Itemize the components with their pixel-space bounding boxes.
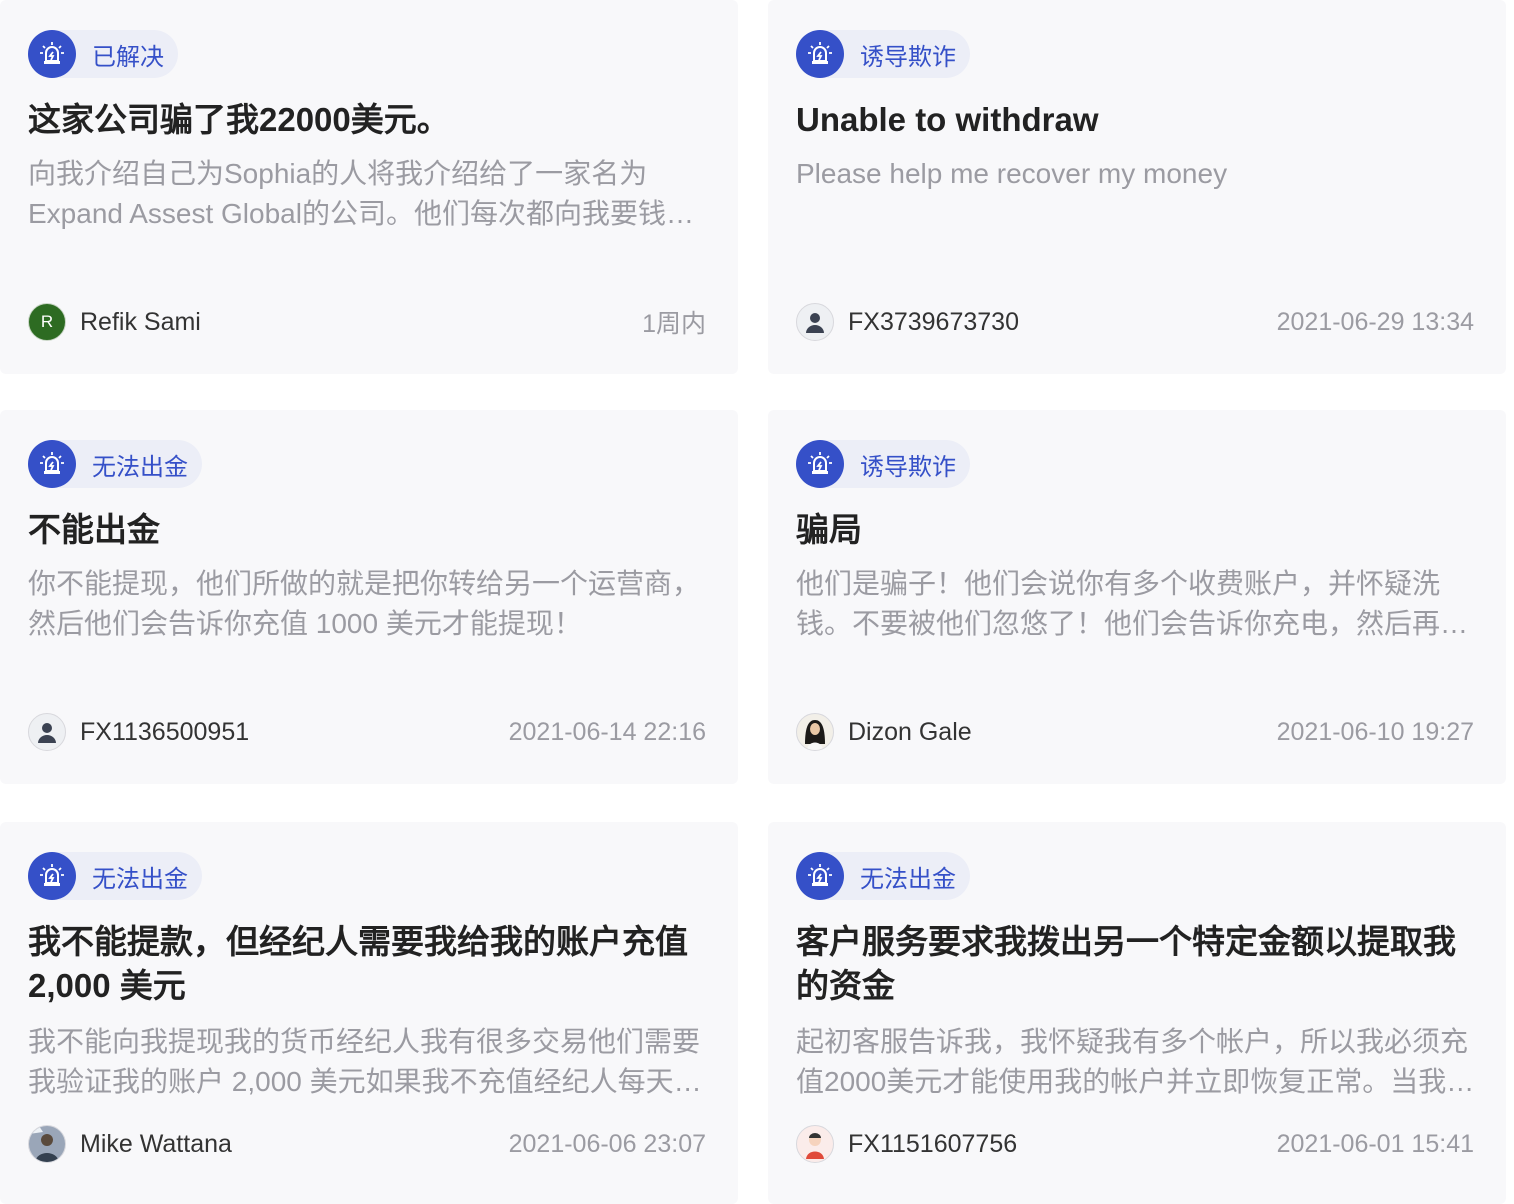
complaint-title[interactable]: 我不能提款，但经纪人需要我给我的账户充值 2,000 美元 [28,920,708,1008]
category-tag: 已解决 [28,30,178,78]
card-footer: Mike Wattana 2021-06-06 23:07 [28,1124,706,1164]
complaint-title[interactable]: 客户服务要求我拨出另一个特定金额以提取我的资金 [796,920,1476,1008]
complaint-title[interactable]: 骗局 [796,508,1476,552]
complaint-card[interactable]: 已解决 这家公司骗了我22000美元。 向我介绍自己为Sophia的人将我介绍给… [0,0,738,374]
category-tag: 诱导欺诈 [796,440,970,488]
category-tag: 无法出金 [28,852,202,900]
alarm-icon [796,440,844,488]
post-time: 2021-06-06 23:07 [508,1129,706,1158]
photo-avatar [796,713,834,751]
complaint-description: Please help me recover my money [796,158,1228,189]
complaint-card[interactable]: 无法出金 不能出金 你不能提现，他们所做的就是把你转给另一个运营商，然后他们会告… [0,410,738,784]
category-label: 无法出金 [92,865,188,893]
author-name[interactable]: Dizon Gale [848,718,1277,747]
complaint-card[interactable]: 无法出金 我不能提款，但经纪人需要我给我的账户充值 2,000 美元 我不能向我… [0,822,738,1204]
letter-avatar: R [28,303,66,341]
alarm-icon [796,30,844,78]
post-time: 2021-06-29 13:34 [1276,307,1474,336]
complaint-title[interactable]: 不能出金 [28,508,708,552]
alarm-icon [28,30,76,78]
complaint-card[interactable]: 无法出金 客户服务要求我拨出另一个特定金额以提取我的资金 起初客服告诉我，我怀疑… [768,822,1506,1204]
category-label: 诱导欺诈 [860,43,956,71]
category-tag: 无法出金 [796,852,970,900]
photo-avatar [28,1125,66,1163]
card-footer: Dizon Gale 2021-06-10 19:27 [796,712,1474,752]
card-footer: FX1136500951 2021-06-14 22:16 [28,712,706,752]
complaint-description: 向我介绍自己为Sophia的人将我介绍给了一家名为Expand Assest G… [28,158,694,229]
complaint-card[interactable]: 诱导欺诈 骗局 他们是骗子！他们会说你有多个收费账户，并怀疑洗钱。不要被他们忽悠… [768,410,1506,784]
card-footer: R Refik Sami 1周内 [28,302,706,342]
category-tag: 诱导欺诈 [796,30,970,78]
post-time: 2021-06-10 19:27 [1276,717,1474,746]
alarm-icon [28,852,76,900]
post-time: 2021-06-01 15:41 [1276,1129,1474,1158]
category-label: 无法出金 [92,453,188,481]
complaint-description: 他们是骗子！他们会说你有多个收费账户，并怀疑洗钱。不要被他们忽悠了！他们会告诉你… [796,568,1469,639]
complaint-description: 我不能向我提现我的货币经纪人我有很多交易他们需要我验证我的账户 2,000 美元… [28,1026,702,1097]
complaint-card[interactable]: 诱导欺诈 Unable to withdraw Please help me r… [768,0,1506,374]
complaint-grid: 已解决 这家公司骗了我22000美元。 向我介绍自己为Sophia的人将我介绍给… [0,0,1514,1204]
author-name[interactable]: FX1151607756 [848,1130,1277,1159]
alarm-icon [796,852,844,900]
author-name[interactable]: Mike Wattana [80,1130,509,1159]
post-time: 1周内 [642,310,706,338]
complaint-title[interactable]: 这家公司骗了我22000美元。 [28,98,708,142]
author-name[interactable]: FX1136500951 [80,718,509,747]
avatar-letter: R [40,312,54,331]
card-footer: FX1151607756 2021-06-01 15:41 [796,1124,1474,1164]
default-user-icon [796,303,834,341]
cartoon-avatar [796,1125,834,1163]
card-footer: FX3739673730 2021-06-29 13:34 [796,302,1474,342]
complaint-description: 你不能提现，他们所做的就是把你转给另一个运营商，然后他们会告诉你充值 1000 … [28,568,701,639]
default-user-icon [28,713,66,751]
complaint-title[interactable]: Unable to withdraw [796,98,1476,142]
category-label: 诱导欺诈 [860,453,956,481]
alarm-icon [28,440,76,488]
category-label: 已解决 [92,43,164,71]
author-name[interactable]: Refik Sami [80,308,642,337]
category-label: 无法出金 [860,865,956,893]
category-tag: 无法出金 [28,440,202,488]
complaint-description: 起初客服告诉我，我怀疑我有多个帐户，所以我必须充值2000美元才能使用我的帐户并… [796,1026,1475,1097]
post-time: 2021-06-14 22:16 [508,717,706,746]
author-name[interactable]: FX3739673730 [848,308,1277,337]
